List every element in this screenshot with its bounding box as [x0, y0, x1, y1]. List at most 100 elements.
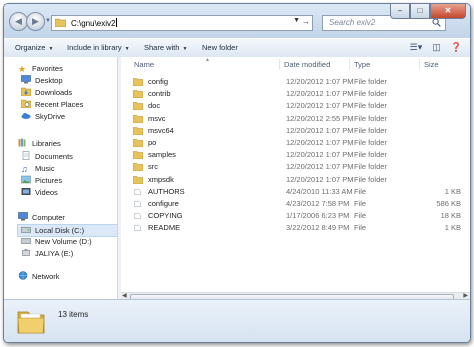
file-date-modified: 12/20/2012 2:55 PM [286, 113, 354, 123]
nav-videos[interactable]: Videos [21, 187, 58, 199]
organize-menu[interactable]: Organize ▼ [15, 43, 53, 52]
nav-network-label: Network [32, 272, 60, 281]
nav-desktop-label: Desktop [35, 76, 63, 85]
file-date-modified: 12/20/2012 1:07 PM [286, 101, 354, 111]
include-in-library-menu[interactable]: Include in library ▼ [67, 43, 130, 52]
file-list: Name ▲ Date modified Type Size config 12/… [121, 57, 470, 299]
folder-icon [133, 90, 143, 99]
maximize-button[interactable]: □ [410, 4, 430, 19]
libraries-icon [18, 138, 26, 147]
column-header-size[interactable]: Size [424, 60, 439, 69]
hard-drive-icon [21, 227, 31, 233]
nav-computer[interactable]: Computer [18, 212, 65, 224]
nav-new-volume-d[interactable]: New Volume (D:) [21, 236, 92, 248]
nav-documents[interactable]: Documents [21, 151, 73, 163]
downloads-icon [21, 87, 31, 96]
file-name[interactable]: samples [148, 150, 176, 159]
help-icon[interactable]: ❓ [451, 42, 462, 53]
file-row[interactable]: configure 4/23/2012 7:58 PM File 586 KB [121, 198, 470, 210]
file-name[interactable]: COPYING [148, 211, 183, 220]
nav-recent-places[interactable]: Recent Places [21, 99, 83, 111]
file-row[interactable]: src 12/20/2012 1:07 PM File folder [121, 161, 470, 173]
file-name[interactable]: AUTHORS [148, 187, 185, 196]
nav-downloads[interactable]: Downloads [21, 87, 72, 99]
address-dropdown-icon[interactable]: ▼ [293, 17, 300, 24]
organize-label: Organize [15, 43, 46, 52]
file-name[interactable]: msvc [148, 114, 166, 123]
column-header-type[interactable]: Type [354, 60, 370, 69]
nav-pictures[interactable]: Pictures [21, 175, 62, 187]
column-divider[interactable] [279, 59, 280, 70]
scroll-left-icon[interactable]: ◀ [122, 292, 127, 299]
nav-jaliya-e[interactable]: JALIYA (E:) [21, 248, 73, 260]
folder-icon [133, 78, 143, 86]
nav-desktop[interactable]: Desktop [21, 75, 63, 87]
minimize-button[interactable]: – [390, 4, 410, 19]
nav-skydrive[interactable]: SkyDrive [21, 111, 65, 123]
file-row[interactable]: samples 12/20/2012 1:07 PM File folder [121, 149, 470, 161]
large-folder-icon [17, 311, 45, 334]
nav-music[interactable]: ♫ Music [21, 163, 55, 175]
chevron-down-icon: ▼ [124, 46, 130, 52]
nav-downloads-label: Downloads [35, 88, 73, 97]
file-name[interactable]: contrib [148, 89, 171, 98]
preview-pane-icon[interactable]: ◫ [432, 42, 441, 53]
folder-icon [133, 163, 143, 172]
change-view-icon[interactable]: ☰▾ [410, 42, 423, 53]
file-name[interactable]: README [148, 223, 180, 232]
column-divider[interactable] [349, 59, 350, 70]
file-date-modified: 12/20/2012 1:07 PM [286, 77, 354, 86]
column-header-date-modified[interactable]: Date modified [284, 60, 330, 69]
title-bar: ◀ ▶ ▼ C:\gnu\exiv2 ▼ → Search exiv2 – □ … [4, 4, 470, 38]
column-divider[interactable] [419, 59, 420, 70]
file-size: 18 KB [440, 211, 461, 221]
file-type: File folder [354, 138, 387, 147]
address-path[interactable]: C:\gnu\exiv2 [71, 18, 118, 28]
nav-libraries-label: Libraries [32, 139, 61, 148]
videos-icon [21, 188, 31, 195]
file-row[interactable]: COPYING 1/17/2006 6:23 PM File 18 KB [121, 210, 470, 222]
nav-libraries[interactable]: Libraries [18, 138, 61, 150]
file-row[interactable]: README 3/22/2012 8:49 PM File 1 KB [121, 222, 470, 234]
computer-icon [18, 212, 28, 221]
hard-drive-icon [21, 238, 31, 244]
nav-favorites[interactable]: ★ Favorites [18, 63, 63, 75]
column-header-name[interactable]: Name [134, 60, 154, 69]
scroll-right-icon[interactable]: ▶ [463, 292, 468, 299]
file-name[interactable]: config [148, 77, 168, 86]
file-date-modified: 12/20/2012 1:07 PM [286, 125, 354, 135]
file-name[interactable]: src [148, 162, 158, 171]
file-name[interactable]: msvc64 [148, 126, 174, 135]
file-name[interactable]: configure [148, 199, 179, 208]
file-row[interactable]: msvc 12/20/2012 2:55 PM File folder [121, 113, 470, 125]
file-row[interactable]: config 12/20/2012 1:07 PM File folder [121, 76, 470, 88]
file-row[interactable]: contrib 12/20/2012 1:07 PM File folder [121, 88, 470, 100]
music-note-icon: ♫ [21, 164, 28, 174]
new-folder-button[interactable]: New folder [202, 43, 238, 52]
forward-button[interactable]: ▶ [26, 12, 45, 31]
nav-videos-label: Videos [35, 188, 58, 197]
file-type: File folder [354, 125, 387, 135]
nav-local-disk-c-label: Local Disk (C:) [35, 226, 85, 235]
file-name[interactable]: xmpsdk [148, 175, 174, 184]
share-with-menu[interactable]: Share with ▼ [144, 43, 187, 52]
file-row[interactable]: AUTHORS 4/24/2010 11:33 AM File 1 KB [121, 186, 470, 198]
refresh-icon[interactable]: → [302, 17, 310, 26]
file-type: File [354, 186, 367, 196]
file-name[interactable]: doc [148, 101, 160, 110]
folder-icon [133, 139, 143, 147]
documents-icon [22, 151, 30, 160]
file-size: 586 KB [436, 199, 461, 208]
nav-pictures-label: Pictures [35, 176, 63, 185]
network-globe-icon [18, 271, 28, 280]
address-bar[interactable]: C:\gnu\exiv2 ▼ → [51, 15, 313, 31]
file-row[interactable]: xmpsdk 12/20/2012 1:07 PM File folder [121, 174, 470, 186]
close-button[interactable]: ✕ [430, 4, 466, 19]
file-name[interactable]: po [148, 138, 156, 147]
file-type: File folder [354, 162, 387, 172]
file-row[interactable]: doc 12/20/2012 1:07 PM File folder [121, 100, 470, 112]
window-controls: – □ ✕ [390, 4, 466, 20]
file-row[interactable]: po 12/20/2012 1:07 PM File folder [121, 137, 470, 149]
file-row[interactable]: msvc64 12/20/2012 1:07 PM File folder [121, 125, 470, 137]
nav-network[interactable]: Network [18, 271, 60, 283]
